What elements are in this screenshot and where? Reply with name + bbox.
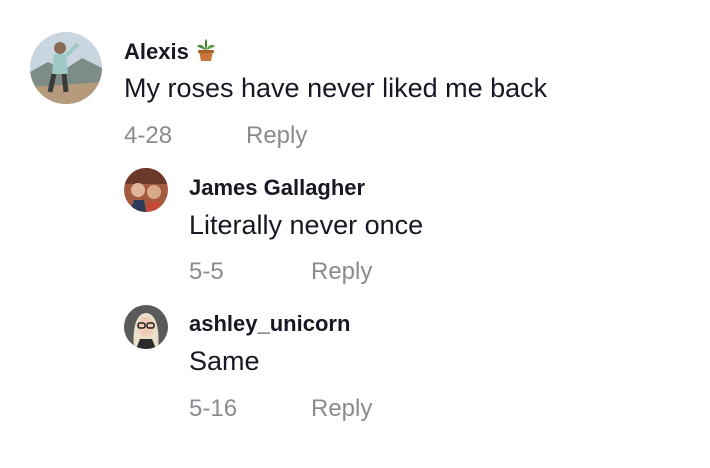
reply-username[interactable]: ashley_unicorn bbox=[189, 311, 350, 337]
avatar-photo bbox=[124, 168, 168, 212]
reply-item: James Gallagher Literally never once 5-5… bbox=[0, 160, 710, 296]
reply-username[interactable]: James Gallagher bbox=[189, 175, 365, 201]
reply-date: 5-5 bbox=[189, 258, 224, 285]
comment-date: 4-28 bbox=[124, 122, 173, 149]
comment-text: My roses have never liked me back bbox=[124, 73, 548, 103]
reply-button[interactable]: Reply bbox=[311, 395, 372, 423]
reply-text: Literally never once bbox=[189, 210, 424, 240]
reply-button[interactable]: Reply bbox=[311, 258, 372, 286]
avatar-photo bbox=[30, 32, 102, 104]
avatar[interactable] bbox=[30, 32, 102, 104]
avatar[interactable] bbox=[124, 305, 168, 349]
reply-item: ashley_unicorn Same 5-16 Reply bbox=[0, 296, 710, 446]
avatar[interactable] bbox=[124, 168, 168, 212]
reply-text: Same bbox=[189, 346, 260, 376]
avatar-photo bbox=[124, 305, 168, 349]
comment-item: Alexis My roses have never liked me back… bbox=[0, 0, 710, 160]
potted-plant-icon bbox=[195, 38, 217, 62]
comment-username[interactable]: Alexis bbox=[124, 38, 217, 65]
reply-button[interactable]: Reply bbox=[246, 122, 307, 150]
reply-date: 5-16 bbox=[189, 395, 238, 422]
